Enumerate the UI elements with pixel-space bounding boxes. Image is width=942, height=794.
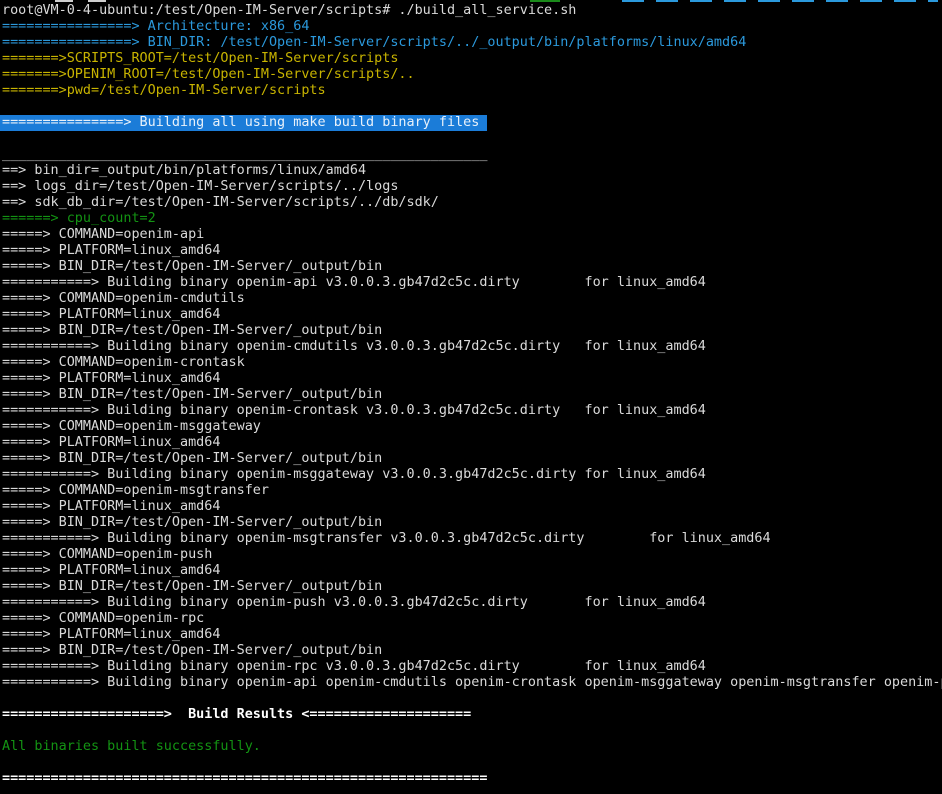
terminal-line: =====> PLATFORM=linux_amd64 <box>2 435 942 451</box>
terminal-line: ===========> Building binary openim-cmdu… <box>2 339 942 355</box>
clipped-previous-line <box>0 0 942 2</box>
build-banner-text: ===============> Building all using make… <box>0 115 487 131</box>
terminal-output: root@VM-0-4-ubuntu:/test/Open-IM-Server/… <box>2 3 942 787</box>
terminal-line: ===========> Building binary openim-cron… <box>2 403 942 419</box>
terminal-line: =====> COMMAND=openim-cmdutils <box>2 291 942 307</box>
terminal-line: ===========> Building binary openim-api … <box>2 675 942 691</box>
terminal-screen[interactable]: root@VM-0-4-ubuntu:/test/Open-IM-Server/… <box>0 0 942 794</box>
terminal-line: =====> PLATFORM=linux_amd64 <box>2 627 942 643</box>
terminal-line: ===========> Building binary openim-push… <box>2 595 942 611</box>
terminal-line: ==> sdk_db_dir=/test/Open-IM-Server/scri… <box>2 195 942 211</box>
terminal-line: =====> COMMAND=openim-api <box>2 227 942 243</box>
terminal-line: ======> cpu_count=2 <box>2 211 942 227</box>
terminal-line: ==> logs_dir=/test/Open-IM-Server/script… <box>2 179 942 195</box>
terminal-line: =====> PLATFORM=linux_amd64 <box>2 499 942 515</box>
terminal-line: =====> COMMAND=openim-rpc <box>2 611 942 627</box>
terminal-line: ===========> Building binary openim-rpc … <box>2 659 942 675</box>
terminal-line: =====> BIN_DIR=/test/Open-IM-Server/_out… <box>2 643 942 659</box>
terminal-line <box>2 755 942 771</box>
terminal-line: =====> PLATFORM=linux_amd64 <box>2 563 942 579</box>
terminal-line: =====> PLATFORM=linux_amd64 <box>2 307 942 323</box>
terminal-line: All binaries built successfully. <box>2 739 942 755</box>
terminal-line: =====> BIN_DIR=/test/Open-IM-Server/_out… <box>2 259 942 275</box>
terminal-line: =====> BIN_DIR=/test/Open-IM-Server/_out… <box>2 515 942 531</box>
terminal-line: =====> COMMAND=openim-msgtransfer <box>2 483 942 499</box>
terminal-line: =====> BIN_DIR=/test/Open-IM-Server/_out… <box>2 323 942 339</box>
clipped-text-fragment <box>88 0 106 2</box>
terminal-line: =====> BIN_DIR=/test/Open-IM-Server/_out… <box>2 387 942 403</box>
terminal-line <box>2 691 942 707</box>
terminal-line: ==> bin_dir=_output/bin/platforms/linux/… <box>2 163 942 179</box>
terminal-line: =====> COMMAND=openim-msggateway <box>2 419 942 435</box>
terminal-line: ===========> Building binary openim-api … <box>2 275 942 291</box>
terminal-line: =====> BIN_DIR=/test/Open-IM-Server/_out… <box>2 451 942 467</box>
terminal-line: ========================================… <box>2 771 942 787</box>
clipped-text-fragment <box>530 0 560 2</box>
terminal-line: =====> COMMAND=openim-crontask <box>2 355 942 371</box>
terminal-line: =====> PLATFORM=linux_amd64 <box>2 371 942 387</box>
terminal-line: =======>OPENIM_ROOT=/test/Open-IM-Server… <box>2 67 942 83</box>
terminal-line: ================> BIN_DIR: /test/Open-IM… <box>2 35 942 51</box>
terminal-line <box>2 131 942 147</box>
terminal-line-banner: ===============> Building all using make… <box>2 115 942 131</box>
terminal-line: ===========> Building binary openim-msgt… <box>2 531 942 547</box>
terminal-line: root@VM-0-4-ubuntu:/test/Open-IM-Server/… <box>2 3 942 19</box>
terminal-line: ================> Architecture: x86_64 <box>2 19 942 35</box>
clipped-text-fragment <box>622 0 938 2</box>
terminal-line <box>2 723 942 739</box>
terminal-line: =====> PLATFORM=linux_amd64 <box>2 243 942 259</box>
terminal-line: =====> COMMAND=openim-push <box>2 547 942 563</box>
terminal-line: ===========> Building binary openim-msgg… <box>2 467 942 483</box>
terminal-line: ________________________________________… <box>2 147 942 163</box>
terminal-line: =======>pwd=/test/Open-IM-Server/scripts <box>2 83 942 99</box>
terminal-line: ====================> Build Results <===… <box>2 707 942 723</box>
terminal-line: =====> BIN_DIR=/test/Open-IM-Server/_out… <box>2 579 942 595</box>
terminal-line <box>2 99 942 115</box>
clipped-text-fragment <box>55 0 73 2</box>
terminal-line: =======>SCRIPTS_ROOT=/test/Open-IM-Serve… <box>2 51 942 67</box>
